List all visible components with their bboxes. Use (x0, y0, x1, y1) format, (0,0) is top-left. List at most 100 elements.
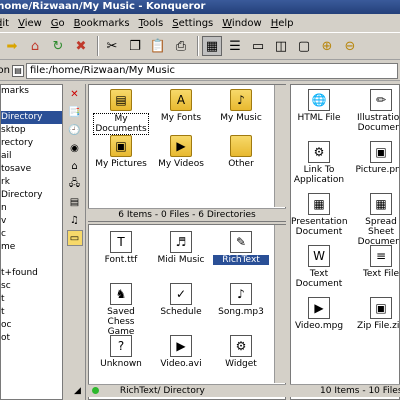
remove-view-icon[interactable]: ▢ (294, 36, 314, 56)
copy-icon[interactable]: ❐ (125, 36, 145, 56)
sidebar-item[interactable]: t (1, 293, 62, 306)
midi-file-icon: ♬ (170, 231, 192, 253)
icon-view-icon[interactable]: ▦ (202, 36, 222, 56)
sidebar-item[interactable]: n (1, 202, 62, 215)
root-tab-icon[interactable]: ▤ (67, 194, 83, 210)
sidebar-item[interactable] (1, 98, 62, 111)
active-view-indicator-icon (92, 387, 99, 394)
sidebar-item[interactable]: Directory (1, 111, 62, 124)
file-item[interactable]: ♪ Song.mp3 (213, 283, 269, 317)
file-item-label: Text Document (295, 269, 343, 289)
services-tab-icon[interactable]: ◉ (67, 140, 83, 156)
file-item[interactable]: Other (213, 135, 269, 169)
sidebar-item[interactable]: marks (1, 85, 62, 98)
file-item[interactable]: 🌐 HTML File (291, 89, 347, 123)
split-vertical-icon[interactable]: ◫ (271, 36, 291, 56)
resize-grip-icon[interactable]: ◢ (74, 386, 84, 396)
file-item[interactable]: ▣ Zip File.zip (353, 297, 399, 331)
file-item[interactable]: ▶ Video.mpg (291, 297, 347, 331)
illustration-file-icon: ✏ (370, 89, 392, 111)
sidebar-item[interactable]: sc (1, 280, 62, 293)
pane-right[interactable]: 🌐HTML File✏Illustration Document⚙Link To… (290, 84, 400, 400)
close-sidebar-icon[interactable]: ✕ (67, 86, 83, 102)
sidebar-item[interactable]: c (1, 228, 62, 241)
file-item-label: Video.mpg (294, 321, 344, 331)
network-tab-icon[interactable]: 🖧 (67, 176, 83, 192)
sidebar-item[interactable]: oc (1, 319, 62, 332)
menu-tools[interactable]: Tools (139, 18, 164, 29)
home-icon[interactable]: ⌂ (25, 36, 45, 56)
print-icon[interactable]: ⎙ (171, 36, 191, 56)
file-item-label: Spread Sheet Document (357, 217, 400, 247)
file-item[interactable]: ▣ My Pictures (93, 135, 149, 169)
file-item[interactable]: ✎ RichText (213, 231, 269, 265)
pane-top-left[interactable]: ▤ My Documents A My Fonts ♪ My Music ▣ My Pictu… (88, 84, 286, 222)
reload-icon[interactable]: ↻ (48, 36, 68, 56)
menu-bookmarks[interactable]: Bookmarks (74, 18, 130, 29)
menu-settings[interactable]: Settings (172, 18, 213, 29)
pane-bottom-left-scrollbar[interactable] (274, 225, 286, 383)
avi-file-icon: ▶ (170, 335, 192, 357)
sidebar-item[interactable]: t (1, 306, 62, 319)
sidebar-tree[interactable]: marks Directory sktop rectory ail tosave rk Dir… (0, 84, 63, 400)
menu-go[interactable]: Go (51, 18, 65, 29)
file-item[interactable]: W Text Document (291, 245, 347, 289)
bookmarks-tab-icon[interactable]: 📑 (67, 104, 83, 120)
menu-help[interactable]: Help (271, 18, 294, 29)
split-horizontal-icon[interactable]: ▭ (248, 36, 268, 56)
file-item[interactable]: ? Unknown (93, 335, 149, 369)
cut-icon[interactable]: ✂ (102, 36, 122, 56)
sidebar-item[interactable]: sktop (1, 124, 62, 137)
file-item[interactable]: ⚙ Widget (213, 335, 269, 369)
sidebar-item[interactable]: ail (1, 150, 62, 163)
pictures-folder-icon: ▣ (110, 135, 132, 157)
home-tab-icon[interactable]: ⌂ (67, 158, 83, 174)
sidebar-item[interactable]: t+found (1, 267, 62, 280)
menu-view[interactable]: View (18, 18, 42, 29)
sidebar-item[interactable] (1, 254, 62, 267)
menu-window[interactable]: Window (222, 18, 261, 29)
file-item[interactable]: ▤ My Documents (93, 89, 149, 135)
file-item-label: Song.mp3 (218, 307, 264, 317)
file-item[interactable]: ✏Illustration Document (353, 89, 399, 133)
zoom-out-icon[interactable]: ⊖ (340, 36, 360, 56)
pane-top-left-scrollbar[interactable] (274, 85, 286, 207)
file-item[interactable]: ≡ Text File (353, 245, 400, 279)
sidebar-item[interactable]: me (1, 241, 62, 254)
forward-arrow-icon[interactable]: ➡ (2, 36, 22, 56)
file-item[interactable]: A My Fonts (153, 89, 209, 123)
file-item[interactable]: ▣ Picture.png (353, 141, 399, 175)
sidebar-item[interactable]: rk (1, 176, 62, 189)
file-item-label: Font.ttf (104, 255, 138, 265)
location-input[interactable] (26, 62, 398, 79)
file-item[interactable]: ▶ Video.avi (153, 335, 209, 369)
file-item[interactable]: ♪ My Music (213, 89, 269, 123)
file-item[interactable]: ♞ Saved Chess Game (93, 283, 149, 337)
sidebar-item[interactable]: v (1, 215, 62, 228)
unknown-file-icon: ? (110, 335, 132, 357)
folder-tab-icon[interactable]: ▭ (66, 230, 83, 246)
file-item-label: My Pictures (95, 159, 147, 169)
history-tab-icon[interactable]: 🕘 (67, 122, 83, 138)
sidebar-item[interactable]: ot (1, 332, 62, 345)
stop-icon[interactable]: ✖ (71, 36, 91, 56)
sidebar-item[interactable]: tosave (1, 163, 62, 176)
paste-icon[interactable]: 📋 (148, 36, 168, 56)
zoom-in-icon[interactable]: ⊕ (317, 36, 337, 56)
file-item[interactable]: T Font.ttf (93, 231, 149, 265)
file-item[interactable]: ▦ Presentation Document (291, 193, 348, 237)
pane-bottom-left[interactable]: T Font.ttf ♬ Midi Music ✎ RichText ♞ Saved Ches… (88, 224, 286, 400)
file-item-label: Text File (362, 269, 400, 279)
file-item[interactable]: ✓ Schedule (153, 283, 209, 317)
pane-right-status-text: 10 Items - 10 Files - 0 Directories (320, 386, 400, 396)
menu-edit[interactable]: dit (0, 18, 9, 29)
sidebar-item[interactable]: rectory (1, 137, 62, 150)
file-item[interactable]: ⚙ Link To Application (291, 141, 347, 185)
file-item[interactable]: ♬ Midi Music (153, 231, 209, 265)
list-view-icon[interactable]: ☰ (225, 36, 245, 56)
file-item[interactable]: ▦ Spread Sheet Document (353, 193, 400, 247)
media-tab-icon[interactable]: ♫ (67, 212, 83, 228)
sidebar-item[interactable]: Directory (1, 189, 62, 202)
file-item[interactable]: ▶ My Videos (153, 135, 209, 169)
window-titlebar[interactable]: file:/home/Rizwaan/My Music - Konqueror (0, 0, 400, 14)
